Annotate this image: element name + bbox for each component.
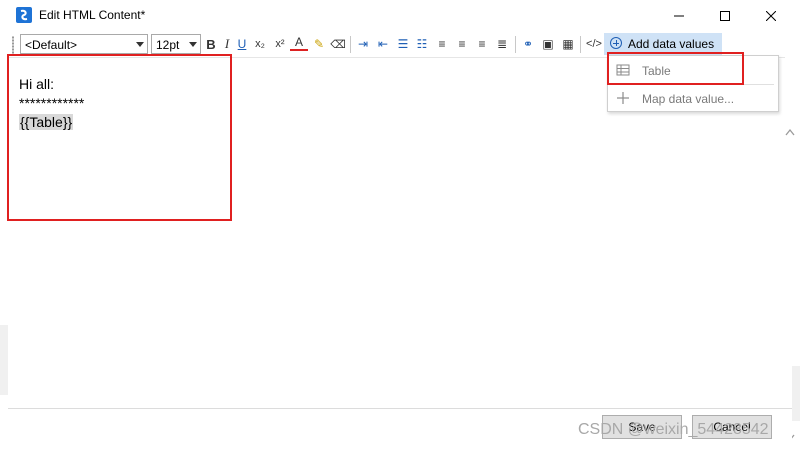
bullet-list-icon[interactable]: ☰	[394, 35, 412, 53]
indent-icon[interactable]: ⇥	[354, 35, 372, 53]
menu-item-map-data-value[interactable]: Map data value...	[608, 85, 778, 111]
minimize-button[interactable]	[656, 0, 702, 31]
menu-item-table[interactable]: Table	[608, 57, 778, 83]
table-placeholder[interactable]: {{Table}}	[19, 114, 74, 130]
clear-format-icon[interactable]: ⌫	[329, 35, 347, 53]
editor-line: ************	[19, 95, 85, 111]
table-insert-icon[interactable]: ▦	[559, 35, 577, 53]
background-window-edge-right	[792, 366, 800, 421]
table-icon	[616, 64, 630, 76]
menu-item-label: Table	[642, 64, 671, 78]
toolbar-separator	[515, 36, 516, 53]
align-right-icon[interactable]: ≡	[473, 35, 491, 53]
maximize-button[interactable]	[702, 0, 748, 31]
link-icon[interactable]: ⚭	[519, 35, 537, 53]
underline-icon[interactable]: U	[233, 35, 251, 53]
superscript-icon[interactable]: x²	[271, 35, 289, 53]
align-left-icon[interactable]: ≡	[433, 35, 451, 53]
app-icon	[16, 7, 32, 23]
align-center-icon[interactable]: ≡	[453, 35, 471, 53]
font-size-value: 12pt	[156, 38, 180, 52]
toolbar-separator	[350, 36, 351, 53]
add-data-values-button[interactable]: Add data values	[604, 33, 722, 55]
plus-icon	[617, 92, 629, 104]
numbered-list-icon[interactable]: ☷	[413, 35, 431, 53]
watermark-text: CSDN @weixin_54428542	[578, 421, 769, 438]
font-family-value: <Default>	[25, 38, 78, 52]
chevron-down-icon	[136, 42, 144, 47]
window-title: Edit HTML Content*	[39, 8, 146, 22]
title-bar[interactable]: Edit HTML Content*	[0, 0, 800, 31]
add-data-values-menu: Table Map data value...	[607, 55, 779, 112]
font-size-select[interactable]: 12pt	[151, 34, 201, 54]
editor-line: Hi all:	[19, 76, 55, 92]
menu-item-label: Map data value...	[642, 92, 735, 106]
close-button[interactable]	[748, 0, 794, 31]
toolbar-separator	[580, 36, 581, 53]
background-window-edge	[0, 325, 8, 395]
font-color-icon[interactable]: A	[290, 35, 308, 51]
edit-html-dialog: Edit HTML Content* <Default> 12pt B I U …	[0, 0, 800, 451]
justify-icon[interactable]: ≣	[493, 35, 511, 53]
editor-content[interactable]: Hi all: ************ {{Table}}	[19, 75, 84, 132]
scroll-up-icon[interactable]	[785, 128, 795, 136]
outdent-icon[interactable]: ⇤	[374, 35, 392, 53]
add-data-values-label: Add data values	[628, 37, 715, 51]
font-family-select[interactable]: <Default>	[20, 34, 148, 54]
subscript-icon[interactable]: x₂	[251, 35, 269, 53]
source-code-icon[interactable]: </>	[583, 35, 605, 53]
highlight-icon[interactable]: ✎	[310, 35, 328, 53]
image-icon[interactable]: ▣	[539, 35, 557, 53]
toolbar-grip[interactable]	[12, 36, 14, 54]
plus-circle-icon	[610, 37, 622, 49]
chevron-down-icon	[189, 42, 197, 47]
